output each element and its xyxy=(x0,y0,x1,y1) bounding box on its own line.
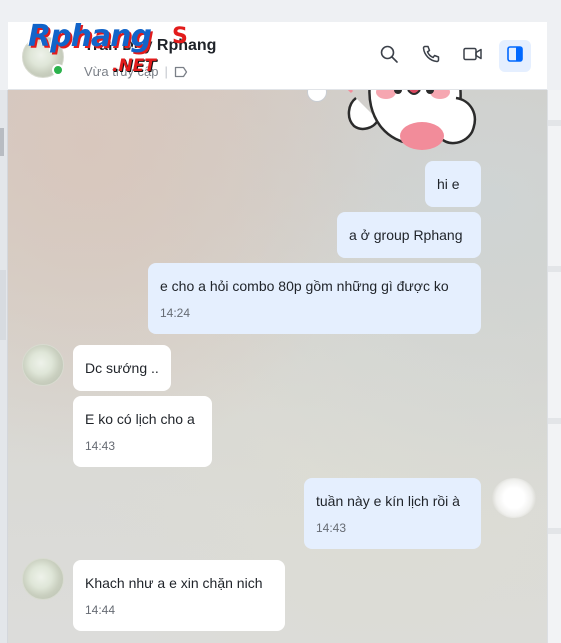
scroll-marker xyxy=(0,128,4,156)
sender-avatar[interactable] xyxy=(22,558,64,600)
message-timestamp: 14:43 xyxy=(85,439,116,453)
watermark-logo-net: .NET xyxy=(112,56,156,76)
rail-divider xyxy=(548,528,561,534)
sidebar-toggle-icon xyxy=(505,44,525,69)
message-text: a ở group Rphang xyxy=(349,227,463,243)
message-text: tuần này e kín lịch rồi à xyxy=(316,493,460,509)
my-avatar xyxy=(492,478,536,518)
search-icon xyxy=(379,44,399,69)
message-bubble-received[interactable]: Khach như a e xin chặn nich 14:44 xyxy=(73,560,285,631)
message-bubble-received[interactable]: Dc sướng .. xyxy=(73,345,171,391)
bunny-sticker xyxy=(347,90,477,150)
watermark-logo: Rphang xyxy=(28,19,152,54)
conversation-list-edge xyxy=(0,90,8,643)
message-text: e cho a hỏi combo 80p gồm những gì được … xyxy=(160,278,449,294)
message-text: Dc sướng .. xyxy=(85,360,159,376)
tag-icon[interactable] xyxy=(174,66,188,78)
message-text: Khach như a e xin chặn nich xyxy=(85,575,263,591)
message-bubble-sent[interactable]: e cho a hỏi combo 80p gồm những gì được … xyxy=(148,263,481,334)
rail-divider xyxy=(548,120,561,126)
voice-call-button[interactable] xyxy=(415,40,447,72)
search-button[interactable] xyxy=(373,40,405,72)
watermark-logo-suffix: S xyxy=(172,24,188,49)
info-panel-edge xyxy=(547,90,561,643)
message-list[interactable]: hi e a ở group Rphang e cho a hỏi combo … xyxy=(8,90,547,643)
reaction-button[interactable] xyxy=(307,90,327,102)
message-text: hi e xyxy=(437,176,460,192)
toggle-info-panel-button[interactable] xyxy=(499,40,531,72)
message-bubble-sent[interactable]: hi e xyxy=(425,161,481,207)
selected-conversation-marker xyxy=(0,270,6,340)
status-separator: | xyxy=(164,64,168,79)
message-bubble-received[interactable]: E ko có lịch cho a 14:43 xyxy=(73,396,212,467)
header-actions xyxy=(373,40,531,72)
rail-divider xyxy=(548,418,561,424)
message-timestamp: 14:43 xyxy=(316,521,347,535)
video-icon xyxy=(462,44,484,69)
message-bubble-sent[interactable]: tuần này e kín lịch rồi à 14:43 xyxy=(304,478,481,549)
video-call-button[interactable] xyxy=(457,40,489,72)
online-status-dot xyxy=(52,64,64,76)
message-timestamp: 14:24 xyxy=(160,306,191,320)
rail-divider xyxy=(548,266,561,272)
phone-icon xyxy=(421,44,441,69)
message-timestamp: 14:44 xyxy=(85,603,116,617)
message-bubble-sent[interactable]: a ở group Rphang xyxy=(337,212,481,258)
message-text: E ko có lịch cho a xyxy=(85,411,195,427)
sender-avatar[interactable] xyxy=(22,344,64,386)
